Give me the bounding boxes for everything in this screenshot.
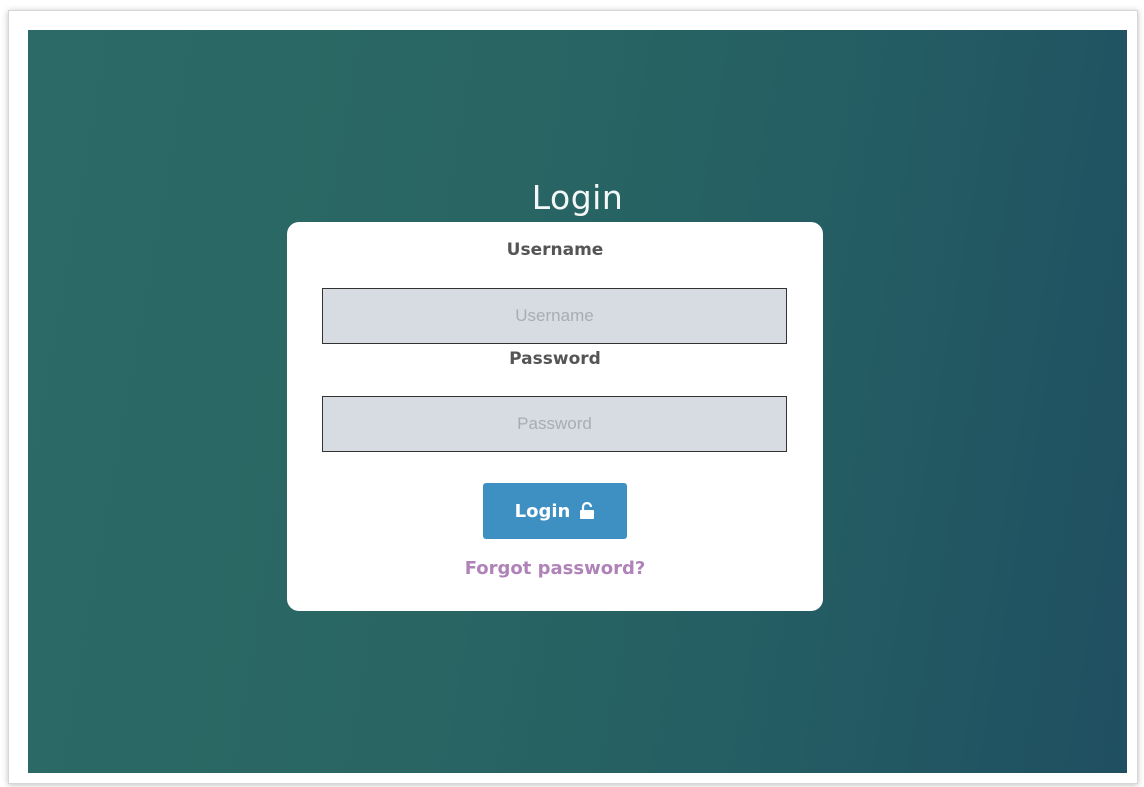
login-card: Username Password Login Forgot password? bbox=[287, 222, 823, 611]
page-title: Login bbox=[531, 178, 624, 217]
username-label: Username bbox=[506, 240, 604, 260]
password-input[interactable] bbox=[322, 396, 787, 452]
login-page-background: Login Username Password Login Forgot pas… bbox=[28, 30, 1127, 773]
password-label: Password bbox=[509, 349, 601, 369]
username-input[interactable] bbox=[322, 288, 787, 344]
login-button[interactable]: Login bbox=[483, 483, 627, 539]
unlock-icon bbox=[579, 501, 595, 520]
forgot-password-link[interactable]: Forgot password? bbox=[287, 558, 823, 579]
login-button-label: Login bbox=[514, 500, 571, 522]
